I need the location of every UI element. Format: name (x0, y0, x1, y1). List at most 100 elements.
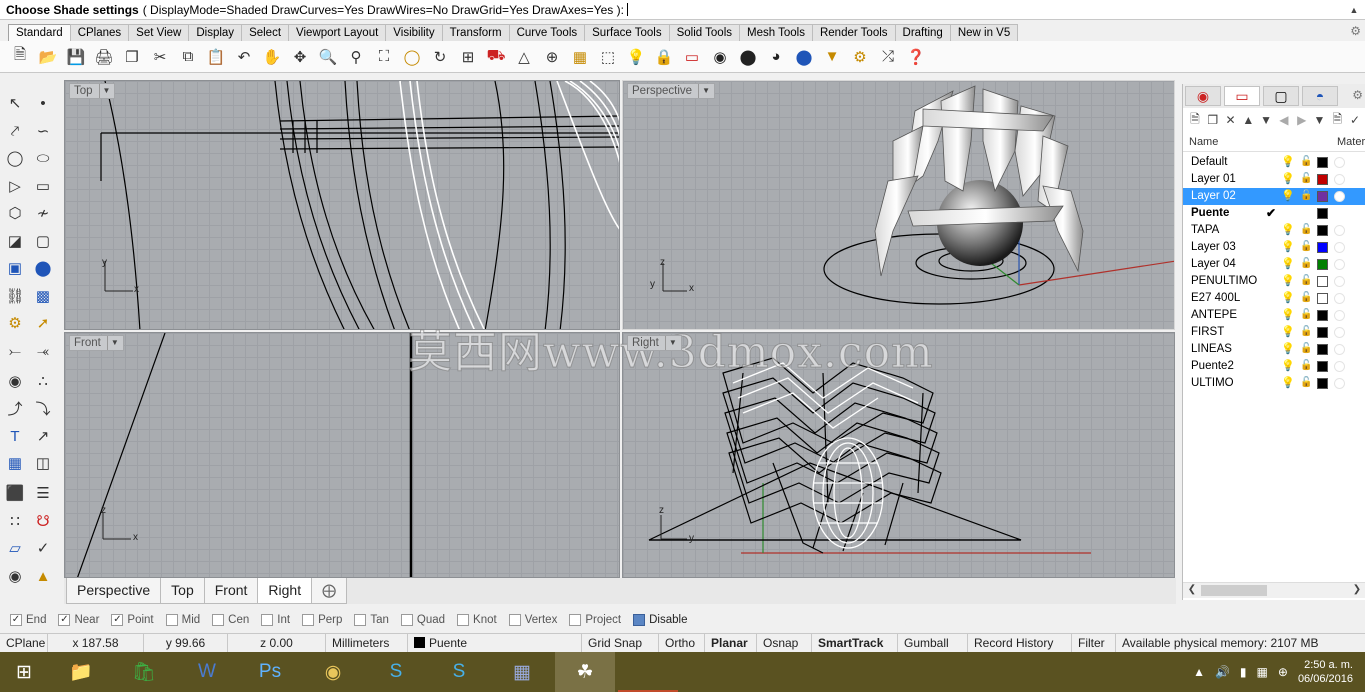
light-bulb-icon[interactable]: 💡 (1281, 360, 1295, 372)
layer-row[interactable]: Default 💡 🔓 (1183, 154, 1365, 171)
grid-icon[interactable]: ▦ (568, 44, 592, 70)
arc-icon[interactable]: ▷ (2, 173, 28, 199)
select-arrow-icon[interactable]: ↖ (2, 90, 28, 116)
tab-curve-tools[interactable]: Curve Tools (508, 24, 586, 41)
layer-color-swatch[interactable] (1317, 174, 1328, 185)
grid-snap-toggle[interactable]: Grid Snap (582, 634, 659, 652)
unlock-icon[interactable]: 🔓 (1300, 275, 1312, 287)
layer-color-swatch[interactable] (1317, 293, 1328, 304)
osnap-vertex[interactable]: Vertex (508, 614, 557, 626)
command-history-arrow-icon[interactable]: ▲ (1347, 3, 1361, 17)
rotate-view-icon[interactable]: ↻ (428, 44, 452, 70)
status-units[interactable]: Millimeters (326, 634, 408, 652)
tab-set-view[interactable]: Set View (128, 24, 190, 41)
osnap-point[interactable]: Point (111, 614, 154, 626)
light-bulb-icon[interactable]: 💡 (1281, 343, 1295, 355)
light-bulb-icon[interactable]: 💡 (624, 44, 648, 70)
viewport-title-right[interactable]: Right ▼ (627, 335, 682, 351)
layer-row[interactable]: Layer 02 💡 🔓 (1183, 188, 1365, 205)
viewport-tab-front[interactable]: Front (203, 578, 259, 604)
layer-color-swatch[interactable] (1317, 208, 1328, 219)
page-copy-icon[interactable]: ❐ (120, 44, 144, 70)
windows-start-icon[interactable]: ⊞ (0, 652, 48, 692)
layer-color-swatch[interactable] (1317, 361, 1328, 372)
checkbox[interactable] (400, 614, 413, 626)
ortho-toggle[interactable]: Ortho (659, 634, 705, 652)
rendered-sphere-icon[interactable]: ◕ (764, 44, 788, 70)
material-circle-icon[interactable] (1334, 276, 1345, 287)
move-right-icon[interactable]: ▶ (1295, 112, 1309, 128)
mirror-icon[interactable]: ◫ (30, 450, 56, 476)
unlock-icon[interactable]: 🔓 (1300, 377, 1312, 389)
tab-render-tools[interactable]: Render Tools (811, 24, 896, 41)
light-bulb-icon[interactable]: 💡 (1281, 190, 1295, 202)
light-bulb-icon[interactable]: 💡 (1281, 241, 1295, 253)
checkmark-icon[interactable]: ✓ (30, 535, 56, 561)
box-solid-icon[interactable]: ▣ (2, 255, 28, 281)
material-circle-icon[interactable] (1334, 259, 1345, 270)
unlock-icon[interactable]: 🔓 (1300, 241, 1312, 253)
new-layer-icon[interactable]: 🗎 (1188, 112, 1202, 128)
horizontal-scrollbar[interactable]: ❮ ❯ (1183, 582, 1365, 598)
surface-edge-icon[interactable]: ◪ (2, 228, 28, 254)
layer-color-swatch[interactable] (1317, 225, 1328, 236)
layer-color-swatch[interactable] (1317, 259, 1328, 270)
unlock-icon[interactable]: 🔓 (1300, 292, 1312, 304)
light-bulb-icon[interactable]: 💡 (1281, 292, 1295, 304)
checkbox[interactable] (212, 614, 225, 626)
tab-standard[interactable]: Standard (8, 24, 71, 41)
cylinder-icon[interactable]: ⛓ (2, 283, 28, 309)
freeform-curve-icon[interactable]: ≁ (30, 200, 56, 226)
offset-icon[interactable]: ⤵ (30, 395, 56, 421)
osnap-quad[interactable]: Quad (400, 614, 445, 626)
material-circle-icon[interactable] (1334, 174, 1345, 185)
viewport-title-perspective[interactable]: Perspective ▼ (627, 83, 716, 99)
shaded-sphere-icon[interactable]: ⬤ (736, 44, 760, 70)
checkbox[interactable] (302, 614, 315, 626)
print-icon[interactable]: 🖨 (92, 44, 116, 70)
scroll-thumb[interactable] (1201, 585, 1267, 596)
layer-color-swatch[interactable] (1317, 242, 1328, 253)
filter-toggle[interactable]: Filter (1072, 634, 1116, 652)
split-icon[interactable]: ⤛ (30, 338, 56, 364)
checkbox[interactable] (633, 614, 646, 626)
unlock-icon[interactable]: 🔓 (1300, 190, 1312, 202)
polygon-icon[interactable]: ⬡ (2, 200, 28, 226)
explode-icon[interactable]: ∴ (30, 368, 56, 394)
taskbar-empty-slot[interactable] (618, 652, 678, 692)
layer-color-swatch[interactable] (1317, 344, 1328, 355)
tab-select[interactable]: Select (241, 24, 290, 41)
light-bulb-icon[interactable]: 💡 (1281, 173, 1295, 185)
move-arrows-icon[interactable]: ✥ (288, 44, 312, 70)
object-snap-icon[interactable]: ⊕ (540, 44, 564, 70)
column-material[interactable]: Mater (1337, 136, 1365, 148)
paint-icon[interactable]: ▼ (820, 44, 844, 70)
properties-tab-icon[interactable]: ◉ (1185, 86, 1221, 106)
layer-row[interactable]: ANTEPE 💡 🔓 (1183, 307, 1365, 324)
circle-icon[interactable]: ◯ (2, 145, 28, 171)
layer-color-swatch[interactable] (1317, 276, 1328, 287)
light-bulb-icon[interactable]: 💡 (1281, 275, 1295, 287)
add-viewport-tab-icon[interactable]: ⨁ (311, 578, 348, 604)
panel-settings-gear-icon[interactable]: ⚙ (1352, 88, 1363, 102)
paste-icon[interactable]: 📋 (204, 44, 228, 70)
scroll-right-icon[interactable]: ❯ (1350, 584, 1364, 595)
osnap-cen[interactable]: Cen (212, 614, 249, 626)
status-cplane[interactable]: CPlane (0, 634, 48, 652)
pan-hand-icon[interactable]: ✋ (260, 44, 284, 70)
osnap-near[interactable]: Near (58, 614, 99, 626)
move-down-icon[interactable]: ▼ (1259, 112, 1273, 128)
tray-chevron-up-icon[interactable]: ▲ (1193, 665, 1205, 679)
layer-row[interactable]: FIRST 💡 🔓 (1183, 324, 1365, 341)
tab-visibility[interactable]: Visibility (385, 24, 443, 41)
fillet-icon[interactable]: ⤴ (2, 395, 28, 421)
viewport-title-front[interactable]: Front ▼ (69, 335, 124, 351)
column-name[interactable]: Name (1189, 136, 1218, 148)
options-gear-icon[interactable]: ⚙ (848, 44, 872, 70)
unlock-icon[interactable]: 🔓 (1300, 173, 1312, 185)
skype-icon[interactable]: S (366, 652, 426, 692)
light-bulb-icon[interactable]: 💡 (1281, 258, 1295, 270)
photoshop-icon[interactable]: Ps (240, 652, 300, 692)
light-bulb-icon[interactable]: 💡 (1281, 326, 1295, 338)
layer-icon[interactable]: ▭ (680, 44, 704, 70)
